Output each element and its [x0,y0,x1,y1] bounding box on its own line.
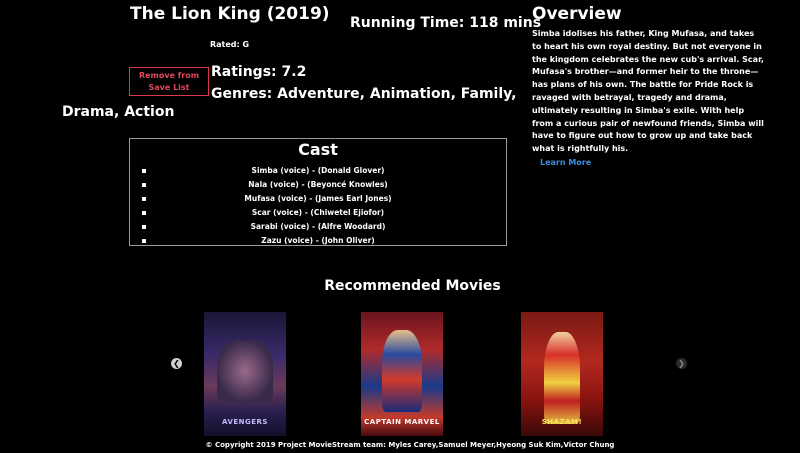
recommended-heading: Recommended Movies [324,278,501,294]
cast-item: Nala (voice) - (Beyoncé Knowles) [130,178,506,192]
bullet-icon [142,211,146,215]
cast-item-label: Mufasa (voice) - (James Earl Jones) [244,194,392,203]
footer-copyright: © Copyright 2019 Project MovieStream tea… [205,441,615,449]
poster-caption: SHAZAM! [541,418,583,426]
rated-label: Rated: G [210,40,250,49]
shazam-poster[interactable]: SHAZAM! [521,312,603,436]
cast-item: Zazu (voice) - (John Oliver) [130,234,506,245]
bullet-icon [142,197,146,201]
poster-art [382,330,422,412]
cast-heading: Cast [298,140,338,159]
overview-text: Simba idolises his father, King Mufasa, … [532,29,764,154]
bullet-icon [142,239,146,243]
captain-marvel-poster[interactable]: CAPTAIN MARVEL [361,312,443,436]
cast-panel[interactable]: Cast Simba (voice) - (Donald Glover) Nal… [129,138,507,246]
movie-title: The Lion King (2019) [130,4,330,24]
cast-item: Scar (voice) - (Chiwetel Ejiofor) [130,206,506,220]
genres-label-continued: Drama, Action [62,104,175,120]
cast-item: Sarabi (voice) - (Alfre Woodard) [130,220,506,234]
poster-art [544,332,580,424]
movie-detail-page: The Lion King (2019) Running Time: 118 m… [0,0,800,453]
poster-art [217,340,273,402]
genres-label: Genres: Adventure, Animation, Family, [211,86,517,102]
avengers-poster[interactable]: AVENGERS [204,312,286,436]
bullet-icon [142,183,146,187]
cast-item-label: Sarabi (voice) - (Alfre Woodard) [250,222,386,231]
cast-item-label: Nala (voice) - (Beyoncé Knowles) [248,180,388,189]
cast-item: Mufasa (voice) - (James Earl Jones) [130,192,506,206]
chevron-right-icon[interactable]: ❯ [676,358,687,369]
poster-caption: CAPTAIN MARVEL [364,418,440,426]
overview-heading: Overview [532,4,622,24]
remove-from-save-list-button[interactable]: Remove from Save List [129,67,209,96]
cast-item-label: Zazu (voice) - (John Oliver) [261,236,375,245]
cast-list: Simba (voice) - (Donald Glover) Nala (vo… [130,164,506,245]
chevron-left-icon[interactable]: ❮ [171,358,182,369]
cast-item-label: Simba (voice) - (Donald Glover) [251,166,385,175]
cast-item-label: Scar (voice) - (Chiwetel Ejiofor) [251,208,385,217]
ratings-label: Ratings: 7.2 [211,64,307,80]
bullet-icon [142,225,146,229]
learn-more-link[interactable]: Learn More [540,158,591,167]
running-time: Running Time: 118 mins [350,15,542,31]
bullet-icon [142,169,146,173]
cast-item: Simba (voice) - (Donald Glover) [130,164,506,178]
poster-caption: AVENGERS [222,418,268,426]
